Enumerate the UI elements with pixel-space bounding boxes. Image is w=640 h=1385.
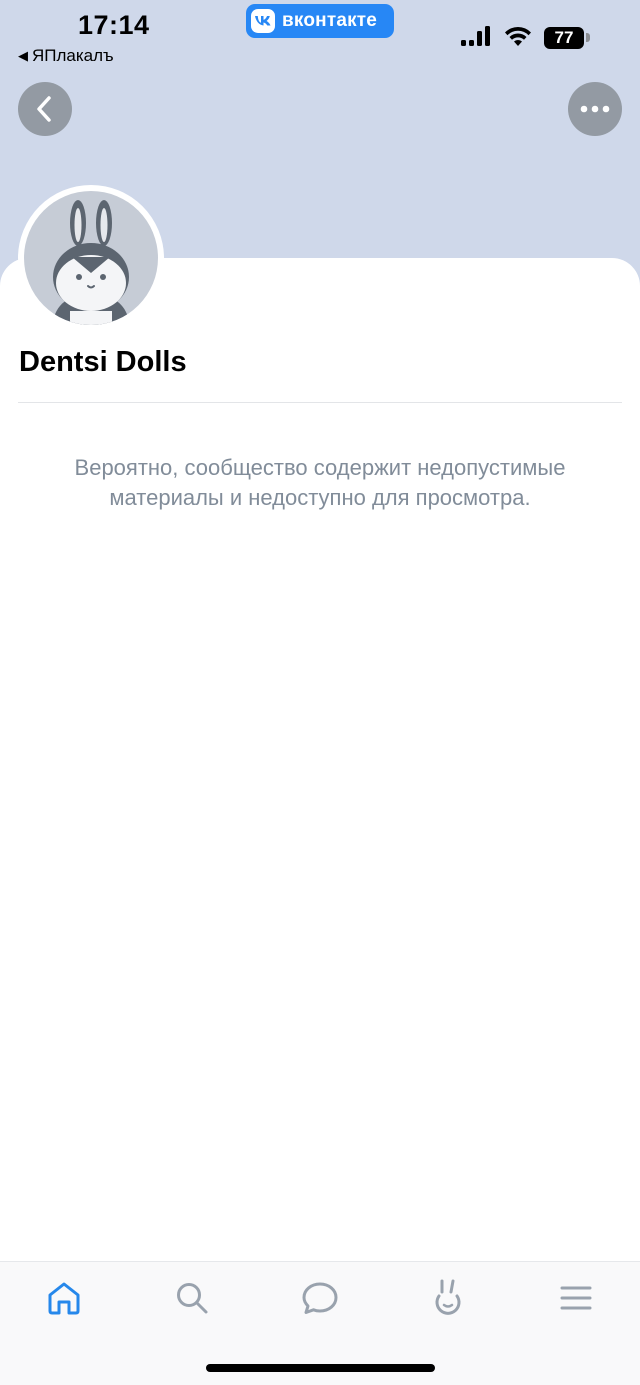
battery-tip bbox=[586, 33, 590, 42]
tab-menu[interactable] bbox=[556, 1278, 596, 1318]
content-sheet bbox=[0, 258, 640, 1262]
battery-indicator: 77 bbox=[544, 27, 584, 49]
wifi-icon bbox=[505, 26, 531, 46]
tab-search[interactable] bbox=[172, 1278, 212, 1318]
bunny-icon bbox=[435, 1279, 461, 1315]
back-to-app-link[interactable]: ◀ ЯПлакалъ bbox=[18, 46, 114, 66]
more-horizontal-icon bbox=[580, 105, 610, 113]
back-button[interactable] bbox=[18, 82, 72, 136]
tab-home[interactable] bbox=[44, 1278, 84, 1318]
app-badge-label: вконтакте bbox=[282, 10, 378, 31]
more-options-button[interactable] bbox=[568, 82, 622, 136]
bunny-avatar-icon bbox=[24, 191, 158, 325]
tab-clips[interactable] bbox=[428, 1278, 468, 1318]
search-icon bbox=[177, 1283, 208, 1314]
divider bbox=[18, 402, 622, 403]
back-triangle-icon: ◀ bbox=[18, 48, 28, 63]
cellular-signal-icon bbox=[461, 26, 490, 46]
community-name: Dentsi Dolls bbox=[19, 346, 187, 378]
vk-logo-icon bbox=[251, 9, 275, 33]
home-icon bbox=[48, 1282, 80, 1315]
blocked-message: Вероятно, сообщество содержит недопустим… bbox=[74, 455, 566, 510]
home-indicator bbox=[206, 1364, 435, 1372]
app-badge: вконтакте bbox=[246, 4, 394, 38]
chevron-left-icon bbox=[37, 96, 51, 122]
hamburger-menu-icon bbox=[560, 1286, 592, 1310]
chat-bubble-icon bbox=[302, 1282, 338, 1314]
battery-level: 77 bbox=[554, 28, 574, 47]
avatar[interactable] bbox=[18, 185, 164, 331]
tab-messages[interactable] bbox=[300, 1278, 340, 1318]
back-app-label: ЯПлакалъ bbox=[32, 46, 114, 65]
status-time: 17:14 bbox=[78, 10, 150, 40]
